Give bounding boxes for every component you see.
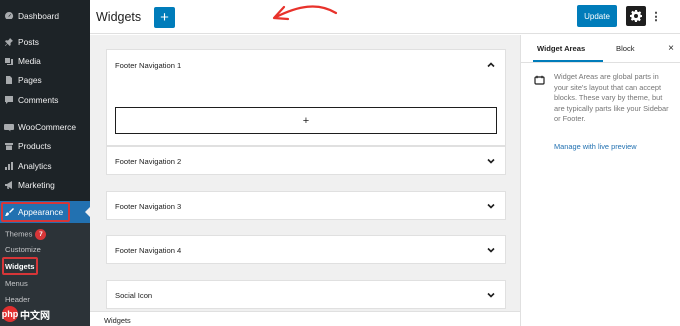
admin-sidebar: Dashboard Posts Media Pages Comments Woo… bbox=[0, 0, 90, 326]
sidebar-item-products[interactable]: Products bbox=[0, 137, 90, 155]
sidebar-item-label: Appearance bbox=[18, 207, 64, 217]
chevron-up-icon[interactable] bbox=[487, 61, 495, 69]
analytics-icon bbox=[4, 161, 14, 171]
sidebar-item-label: Comments bbox=[18, 95, 59, 105]
widget-area-title: Social Icon bbox=[115, 291, 153, 300]
comment-icon bbox=[4, 95, 14, 105]
submenu-item-widgets[interactable]: Widgets bbox=[5, 262, 34, 271]
widget-areas-description: Widget Areas are global parts in your si… bbox=[554, 72, 669, 123]
media-icon bbox=[4, 56, 14, 66]
submenu-item-menus[interactable]: Menus bbox=[5, 279, 28, 288]
editor-header: Widgets + Update ⋮ bbox=[90, 0, 680, 34]
sidebar-item-dashboard[interactable]: Dashboard bbox=[0, 7, 90, 25]
tab-block[interactable]: Block bbox=[616, 38, 635, 58]
chevron-down-icon[interactable] bbox=[487, 291, 495, 299]
settings-button[interactable] bbox=[626, 6, 646, 26]
submenu-item-themes[interactable]: Themes 7 bbox=[5, 229, 47, 240]
sidebar-item-media[interactable]: Media bbox=[0, 52, 90, 70]
block-appender-button[interactable]: + bbox=[115, 107, 497, 134]
sidebar-item-label: WooCommerce bbox=[18, 122, 77, 132]
options-menu-button[interactable]: ⋮ bbox=[651, 8, 662, 24]
sidebar-item-label: Analytics bbox=[18, 161, 52, 171]
widget-areas-icon bbox=[534, 75, 545, 85]
page-title: Widgets bbox=[96, 10, 142, 24]
widget-area-footer-navigation-2[interactable]: Footer Navigation 2 bbox=[106, 146, 506, 175]
divider bbox=[521, 62, 680, 63]
megaphone-icon bbox=[4, 180, 14, 190]
chevron-down-icon[interactable] bbox=[487, 246, 495, 254]
editor-footer: Widgets bbox=[90, 311, 520, 326]
submenu-item-header[interactable]: Header bbox=[5, 295, 30, 304]
pushpin-icon bbox=[4, 37, 14, 47]
submenu-item-label: Themes bbox=[5, 229, 33, 239]
red-arrow-annotation bbox=[272, 5, 338, 21]
watermark-text: 中文网 bbox=[20, 310, 50, 322]
settings-sidebar: Widget Areas Block × Widget Areas are gl… bbox=[520, 35, 680, 326]
widget-area-footer-navigation-4[interactable]: Footer Navigation 4 bbox=[106, 235, 506, 264]
manage-live-preview-link[interactable]: Manage with live preview bbox=[554, 142, 637, 151]
sidebar-item-label: Pages bbox=[18, 75, 42, 85]
sidebar-item-analytics[interactable]: Analytics bbox=[0, 157, 90, 175]
sidebar-item-posts[interactable]: Posts bbox=[0, 33, 90, 51]
woocommerce-icon bbox=[4, 122, 14, 132]
add-block-button[interactable]: + bbox=[154, 7, 175, 28]
sidebar-item-marketing[interactable]: Marketing bbox=[0, 176, 90, 194]
sidebar-item-label: Media bbox=[18, 56, 41, 66]
chevron-down-icon[interactable] bbox=[487, 202, 495, 210]
widget-area-footer-navigation-1[interactable]: Footer Navigation 1 + bbox=[106, 49, 506, 146]
tab-widget-areas[interactable]: Widget Areas bbox=[537, 38, 585, 58]
watermark: php 中文网 bbox=[2, 304, 50, 324]
sidebar-item-label: Products bbox=[18, 141, 52, 151]
widget-area-social-icon[interactable]: Social Icon bbox=[106, 280, 506, 309]
paintbrush-icon bbox=[4, 207, 14, 217]
dashboard-icon bbox=[4, 11, 14, 21]
watermark-logo: php bbox=[2, 306, 18, 322]
sidebar-item-label: Dashboard bbox=[18, 11, 59, 21]
widget-area-footer-navigation-3[interactable]: Footer Navigation 3 bbox=[106, 191, 506, 220]
widget-area-title: Footer Navigation 2 bbox=[115, 157, 182, 166]
chevron-down-icon[interactable] bbox=[487, 157, 495, 165]
widget-area-title: Footer Navigation 4 bbox=[115, 246, 182, 255]
sidebar-item-appearance[interactable]: Appearance bbox=[0, 201, 90, 223]
widget-area-title: Footer Navigation 1 bbox=[115, 61, 182, 70]
page-icon bbox=[4, 75, 14, 85]
update-count-badge: 7 bbox=[35, 229, 47, 240]
sidebar-item-comments[interactable]: Comments bbox=[0, 91, 90, 109]
sidebar-item-label: Posts bbox=[18, 37, 39, 47]
widget-area-title: Footer Navigation 3 bbox=[115, 202, 182, 211]
sidebar-item-pages[interactable]: Pages bbox=[0, 71, 90, 89]
close-settings-button[interactable]: × bbox=[666, 42, 676, 54]
gear-icon bbox=[630, 10, 642, 22]
breadcrumb[interactable]: Widgets bbox=[104, 316, 131, 325]
update-button[interactable]: Update bbox=[577, 5, 617, 27]
products-icon bbox=[4, 141, 14, 151]
submenu-item-customize[interactable]: Customize bbox=[5, 245, 41, 254]
sidebar-item-label: Marketing bbox=[18, 180, 55, 190]
sidebar-item-woocommerce[interactable]: WooCommerce bbox=[0, 118, 90, 136]
widgets-canvas: Footer Navigation 1 + Footer Navigation … bbox=[90, 35, 520, 311]
